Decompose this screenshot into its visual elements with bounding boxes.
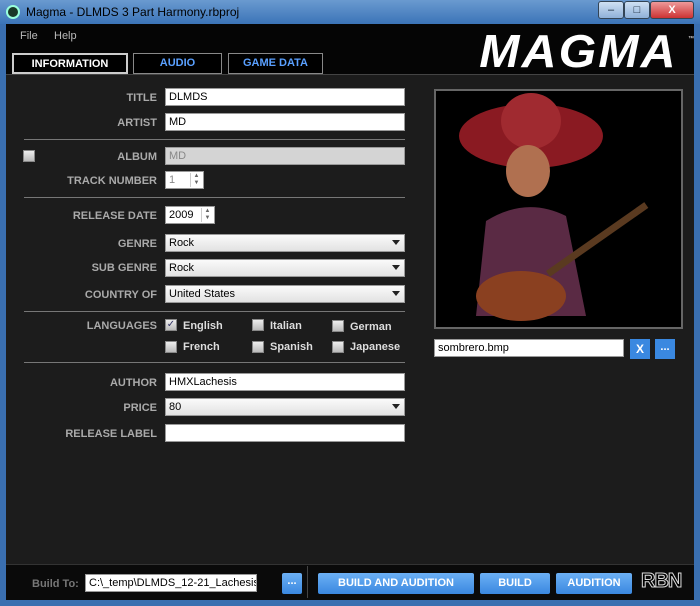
release-date-input[interactable]: 2009 <box>169 209 193 221</box>
sub-genre-label: SUB GENRE <box>91 262 157 274</box>
price-select[interactable]: 80 <box>165 398 405 416</box>
title-input[interactable]: DLMDS <box>165 88 405 106</box>
tab-game-data[interactable]: GAME DATA <box>228 53 323 74</box>
german-label: German <box>350 321 392 333</box>
release-date-label: RELEASE DATE <box>72 210 157 222</box>
chevron-down-icon <box>392 265 400 270</box>
english-label: English <box>183 320 223 332</box>
genre-select[interactable]: Rock <box>165 234 405 252</box>
build-to-input[interactable]: C:\_temp\DLMDS_12-21_Lachesis_n <box>85 574 257 592</box>
author-input[interactable]: HMXLachesis <box>165 373 405 391</box>
italian-checkbox[interactable] <box>252 319 264 331</box>
country-select[interactable]: United States <box>165 285 405 303</box>
chevron-down-icon <box>392 404 400 409</box>
clear-art-button[interactable]: X <box>630 339 650 359</box>
title-label: TITLE <box>126 92 157 104</box>
album-input[interactable]: MD <box>165 147 405 165</box>
chevron-down-icon <box>392 240 400 245</box>
tab-information[interactable]: INFORMATION <box>12 53 128 74</box>
genre-label: GENRE <box>117 238 157 250</box>
japanese-label: Japanese <box>350 341 401 353</box>
rbn-logo: RBN <box>640 570 682 593</box>
languages-label: LANGUAGES <box>86 320 157 332</box>
audition-button[interactable]: AUDITION <box>556 573 632 594</box>
track-number-input[interactable]: 1 <box>169 174 175 186</box>
chevron-down-icon <box>392 291 400 296</box>
menu-file[interactable]: File <box>20 30 38 42</box>
menu-help[interactable]: Help <box>54 30 77 42</box>
divider <box>24 197 405 198</box>
magma-logo: MAGMA <box>479 25 678 77</box>
divider <box>24 362 405 363</box>
sub-genre-value: Rock <box>169 262 195 274</box>
minimize-button[interactable]: – <box>598 1 624 19</box>
genre-value: Rock <box>169 237 195 249</box>
french-checkbox[interactable] <box>165 341 177 353</box>
country-value: United States <box>169 288 236 300</box>
album-art-image[interactable] <box>434 89 683 329</box>
author-label: AUTHOR <box>109 377 157 389</box>
maximize-button[interactable]: □ <box>624 1 650 19</box>
track-number-spinner[interactable]: ▲ ▼ <box>190 173 202 187</box>
album-art-photo <box>459 93 649 321</box>
sub-genre-select[interactable]: Rock <box>165 259 405 277</box>
release-label-label: RELEASE LABEL <box>65 428 157 440</box>
browse-art-button[interactable]: ... <box>655 339 675 359</box>
album-art-filename[interactable]: sombrero.bmp <box>434 339 624 357</box>
english-checkbox[interactable]: ✓ <box>165 319 177 331</box>
build-and-audition-button[interactable]: BUILD AND AUDITION <box>318 573 474 594</box>
italian-label: Italian <box>270 320 302 332</box>
build-button[interactable]: BUILD <box>480 573 550 594</box>
app-icon <box>6 5 20 19</box>
browse-build-button[interactable]: ... <box>282 573 302 594</box>
country-label: COUNTRY OF <box>84 289 157 301</box>
track-number-label: TRACK NUMBER <box>67 175 157 187</box>
release-label-input[interactable] <box>165 424 405 442</box>
spanish-label: Spanish <box>270 341 313 353</box>
release-date-spinner[interactable]: ▲ ▼ <box>201 208 213 222</box>
close-button[interactable]: X <box>650 1 694 19</box>
price-label: PRICE <box>123 402 157 414</box>
divider <box>307 566 308 598</box>
price-value: 80 <box>169 401 182 413</box>
trademark: ™ <box>688 36 694 42</box>
album-label: ALBUM <box>117 151 157 163</box>
artist-input[interactable]: MD <box>165 113 405 131</box>
build-to-label: Build To: <box>32 578 79 590</box>
german-checkbox[interactable] <box>332 320 344 332</box>
window-title: Magma - DLMDS 3 Part Harmony.rbproj <box>26 5 240 19</box>
japanese-checkbox[interactable] <box>332 341 344 353</box>
french-label: French <box>183 341 220 353</box>
divider <box>24 139 405 140</box>
spanish-checkbox[interactable] <box>252 341 264 353</box>
artist-label: ARTIST <box>117 117 157 129</box>
divider <box>24 311 405 312</box>
tab-audio[interactable]: AUDIO <box>133 53 222 74</box>
